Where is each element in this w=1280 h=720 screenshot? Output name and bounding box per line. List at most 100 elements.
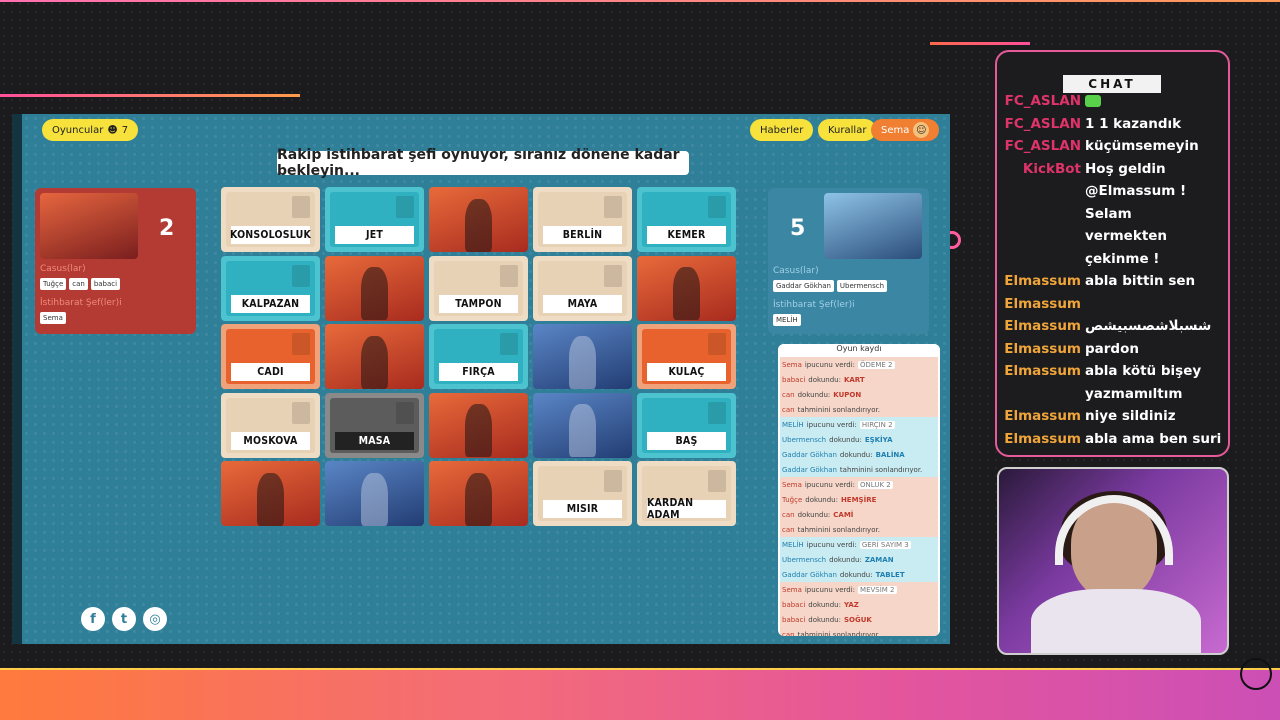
red-team-score: 2 bbox=[159, 216, 175, 241]
chat-username: Elmassum bbox=[1004, 273, 1081, 289]
card-word: MAYA bbox=[543, 294, 622, 313]
card-silhouette-icon bbox=[604, 264, 622, 287]
card-silhouette-icon bbox=[292, 333, 310, 355]
chat-username: Elmassum bbox=[1004, 408, 1081, 424]
chat-text: @Elmassum ! Selam bbox=[1085, 183, 1187, 222]
chat-message: Elmassum niye sildiniz bbox=[997, 405, 1228, 428]
decorative-ring-bottom bbox=[1240, 658, 1272, 690]
decorative-right-line bbox=[930, 42, 1030, 45]
word-card[interactable]: BERLİN bbox=[533, 187, 632, 252]
word-card[interactable] bbox=[429, 392, 528, 458]
chat-username: Elmassum bbox=[1004, 318, 1081, 334]
log-player: can bbox=[782, 525, 795, 534]
chat-message: @Elmassum ! Selam bbox=[997, 180, 1228, 225]
word-card[interactable]: MISIR bbox=[533, 461, 632, 526]
card-word: KALPAZAN bbox=[231, 294, 310, 313]
log-action: ipucunu verdi: bbox=[804, 585, 856, 594]
word-card[interactable] bbox=[325, 324, 424, 389]
card-word: TAMPON bbox=[439, 294, 518, 313]
word-card[interactable] bbox=[637, 255, 736, 321]
rules-button[interactable]: Kurallar bbox=[818, 119, 877, 141]
card-silhouette-icon bbox=[292, 401, 310, 424]
agent-figure bbox=[464, 472, 493, 526]
agent-figure bbox=[360, 472, 389, 526]
word-card[interactable] bbox=[533, 324, 632, 389]
instagram-icon[interactable]: ◎ bbox=[143, 607, 167, 631]
chat-message: KickBot Hoş geldin bbox=[997, 158, 1228, 181]
word-card[interactable]: MAYA bbox=[533, 255, 632, 321]
log-action: tahminini sonlandırıyor. bbox=[797, 630, 880, 637]
players-button[interactable]: Oyuncular ☻ 7 bbox=[42, 119, 139, 141]
card-word: JET bbox=[335, 226, 414, 244]
news-button[interactable]: Haberler bbox=[750, 119, 814, 141]
blue-operatives-list: Gaddar Gökhan Ubermensch bbox=[773, 280, 888, 292]
log-action: dokundu: bbox=[797, 510, 831, 519]
log-action: tahminini sonlandırıyor. bbox=[797, 525, 880, 534]
twitter-icon[interactable]: t bbox=[112, 607, 136, 631]
log-entry: Sema ipucunu verdi: ÖDEME 2 bbox=[780, 357, 938, 372]
chat-username bbox=[997, 180, 1085, 225]
log-entry: babaci dokundu: SOĞUK bbox=[780, 612, 938, 627]
log-action: tahminini sonlandırıyor. bbox=[839, 465, 923, 474]
log-entry: can dokundu: KUPON bbox=[780, 387, 938, 402]
blue-team-panel: 5 Casus(lar) Gaddar Gökhan Ubermensch İs… bbox=[768, 188, 929, 334]
log-entry: Gaddar Gökhan tahminini sonlandırıyor. bbox=[780, 462, 938, 477]
chat-messages: FC_ASLAN FC_ASLAN 1 1 kazandık FC_ASLAN küçü… bbox=[997, 90, 1228, 455]
player-tag: babaci bbox=[90, 278, 121, 290]
log-action: ipucunu verdi: bbox=[804, 360, 856, 369]
game-log[interactable]: Oyun kaydı Sema ipucunu verdi: ÖDEME 2 baba… bbox=[778, 344, 940, 636]
player-tag: Sema bbox=[40, 312, 66, 324]
card-silhouette-icon bbox=[396, 401, 414, 424]
word-card[interactable]: KONSOLOSLUK bbox=[221, 187, 320, 252]
log-player: can bbox=[782, 390, 795, 399]
log-entry: MELİH ipucunu verdi: GERİ SAYIM 3 bbox=[780, 537, 938, 552]
chat-username bbox=[997, 450, 1085, 455]
chat-message: Elmassum abla kötü bişey bbox=[997, 360, 1228, 383]
word-card[interactable] bbox=[325, 255, 424, 321]
log-entry: Ubermensch dokundu: ZAMAN bbox=[780, 552, 938, 567]
agent-figure bbox=[256, 472, 285, 526]
red-spymaster-list: Sema bbox=[40, 312, 66, 324]
word-card[interactable] bbox=[221, 461, 320, 526]
players-label: Oyuncular bbox=[52, 124, 104, 136]
chat-message: FC_ASLAN bbox=[997, 90, 1228, 113]
word-card[interactable]: BAŞ bbox=[637, 392, 736, 458]
word-card[interactable]: JET bbox=[325, 187, 424, 252]
log-word: YAZ bbox=[843, 600, 859, 609]
log-player: Gaddar Gökhan bbox=[782, 570, 837, 579]
user-menu-button[interactable]: Sema ☺ bbox=[871, 119, 940, 141]
status-banner: Rakip istihbarat şefi oynuyor, sıranız d… bbox=[277, 147, 689, 179]
word-card[interactable] bbox=[429, 461, 528, 526]
log-entry: can tahminini sonlandırıyor. bbox=[780, 402, 938, 417]
log-action: ipucunu verdi: bbox=[804, 480, 856, 489]
word-card[interactable]: FIRÇA bbox=[429, 324, 528, 389]
log-player: babaci bbox=[782, 375, 806, 384]
word-card[interactable]: TAMPON bbox=[429, 255, 528, 321]
word-card[interactable]: MOSKOVA bbox=[221, 392, 320, 458]
chat-text: abla ama ben suri bbox=[1085, 430, 1222, 447]
players-count: 7 bbox=[121, 124, 129, 136]
word-card[interactable]: KARDAN ADAM bbox=[637, 461, 736, 526]
facebook-icon[interactable]: f bbox=[81, 607, 105, 631]
word-card[interactable] bbox=[533, 392, 632, 458]
log-action: dokundu: bbox=[805, 495, 838, 504]
word-card[interactable]: KALPAZAN bbox=[221, 255, 320, 321]
word-card[interactable] bbox=[325, 461, 424, 526]
log-player: can bbox=[782, 510, 795, 519]
log-word: KART bbox=[843, 375, 865, 384]
log-word: KUPON bbox=[833, 390, 862, 399]
word-card[interactable]: MASA bbox=[325, 392, 424, 458]
word-card[interactable]: CADI bbox=[221, 324, 320, 389]
log-player: can bbox=[782, 405, 795, 414]
log-entry: Sema ipucunu verdi: ONLUK 2 bbox=[780, 477, 938, 492]
card-silhouette-icon bbox=[500, 333, 518, 355]
card-silhouette-icon bbox=[708, 401, 726, 424]
word-card[interactable]: KEMER bbox=[637, 187, 736, 252]
word-card[interactable] bbox=[429, 187, 528, 252]
log-action: dokundu: bbox=[829, 435, 862, 444]
word-card[interactable]: KULAÇ bbox=[637, 324, 736, 389]
user-name: Sema bbox=[881, 124, 910, 136]
chat-username: Elmassum bbox=[1004, 340, 1081, 357]
decorative-top-line bbox=[0, 0, 1280, 2]
chat-text: niye sildiniz bbox=[1085, 408, 1176, 424]
